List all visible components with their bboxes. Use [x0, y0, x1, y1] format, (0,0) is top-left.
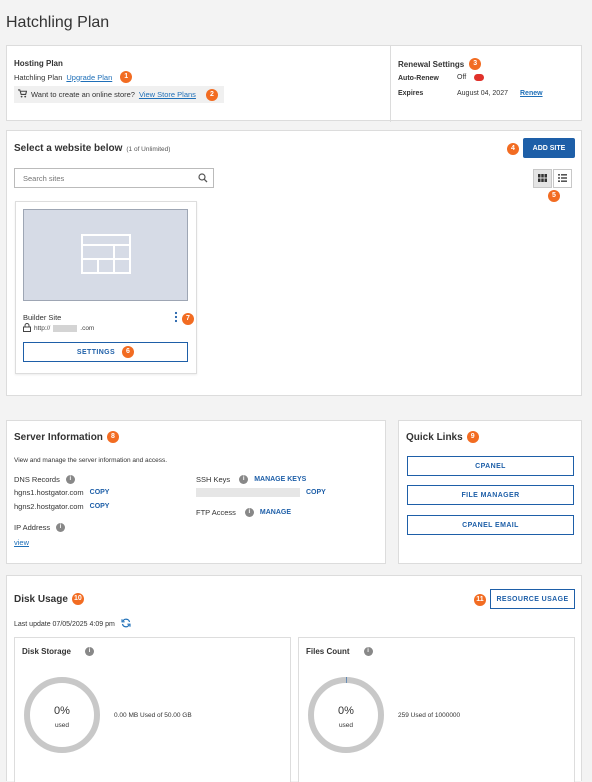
- auto-renew-toggle[interactable]: [474, 74, 485, 81]
- callout-badge-2: 2: [205, 88, 218, 101]
- refresh-icon[interactable]: [121, 618, 131, 630]
- callout-badge-6: 6: [122, 346, 135, 358]
- sites-heading: Select a website below: [14, 143, 123, 154]
- site-thumbnail[interactable]: [23, 209, 188, 301]
- disk-storage-donut: 0% used: [22, 675, 102, 755]
- disk-storage-used-label: used: [54, 722, 70, 729]
- plan-name: Hatchling Plan: [14, 72, 63, 82]
- page-title: Hatchling Plan: [6, 14, 110, 31]
- site-url-suffix: .com: [80, 325, 95, 332]
- search-icon[interactable]: [198, 173, 208, 185]
- ftp-manage-link[interactable]: MANAGE: [260, 509, 291, 516]
- file-manager-button[interactable]: FILE MANAGER: [407, 485, 574, 505]
- sites-count: (1 of Unlimited): [126, 146, 171, 153]
- ssh-keys-label: SSH Keys: [196, 475, 231, 484]
- files-count-detail: 259 Used of 1000000: [398, 712, 461, 719]
- ip-address-label: IP Address: [14, 523, 51, 532]
- dns-info-icon[interactable]: i: [65, 475, 75, 484]
- site-url-prefix: http://: [34, 325, 51, 332]
- manage-keys-link[interactable]: MANAGE KEYS: [254, 476, 306, 483]
- disk-usage-card: Disk Usage 10 11 RESOURCE USAGE Last upd…: [6, 575, 582, 782]
- dns-record-1: hgns1.hostgator.com: [14, 488, 84, 497]
- callout-badge-7: 7: [182, 313, 194, 325]
- add-site-button[interactable]: ADD SITE: [523, 138, 575, 158]
- store-prompt: Want to create an online store?: [31, 90, 135, 99]
- ssh-key-redacted: [196, 488, 300, 497]
- callout-badge-9: 9: [466, 431, 479, 443]
- resource-usage-button[interactable]: RESOURCE USAGE: [490, 589, 575, 609]
- cpanel-email-button[interactable]: CPANEL EMAIL: [407, 515, 574, 535]
- auto-renew-value: Off: [457, 74, 467, 81]
- grid-icon: [538, 173, 547, 184]
- disk-usage-heading: Disk Usage: [14, 593, 68, 605]
- callout-badge-11: 11: [474, 594, 486, 606]
- expires-value: August 04, 2027: [457, 90, 508, 97]
- upgrade-plan-link[interactable]: Upgrade Plan: [66, 73, 112, 82]
- server-info-heading: Server Information: [14, 431, 103, 443]
- copy-dns1-button[interactable]: COPY: [90, 489, 110, 496]
- auto-renew-label: Auto-Renew: [398, 75, 439, 82]
- disk-storage-info-icon[interactable]: i: [84, 647, 94, 656]
- ip-info-icon[interactable]: i: [56, 523, 66, 532]
- settings-button-label: SETTINGS: [76, 348, 116, 356]
- copy-ssh-button[interactable]: COPY: [306, 489, 326, 496]
- quick-links-card: Quick Links 9 CPANEL FILE MANAGER CPANEL…: [398, 420, 582, 564]
- callout-badge-4: 4: [507, 143, 519, 155]
- callout-badge-8: 8: [106, 431, 119, 443]
- files-count-percent: 0%: [338, 705, 354, 717]
- lock-icon: [23, 323, 31, 334]
- disk-storage-panel: Disk Storage i 0% used 0.00 MB Used of 5…: [14, 637, 291, 782]
- list-view-button[interactable]: [553, 169, 572, 188]
- search-input[interactable]: [21, 172, 191, 184]
- disk-storage-title: Disk Storage: [22, 647, 71, 656]
- server-info-card: Server Information 8 View and manage the…: [6, 420, 386, 564]
- kebab-menu-icon[interactable]: [174, 311, 178, 323]
- ssh-info-icon[interactable]: i: [239, 475, 249, 484]
- last-update-text: Last update 07/05/2025 4:09 pm: [14, 620, 115, 628]
- grid-view-button[interactable]: [533, 169, 552, 188]
- ftp-access-label: FTP Access: [196, 508, 236, 517]
- hosting-plan-heading: Hosting Plan: [14, 59, 63, 68]
- list-icon: [558, 173, 567, 184]
- sites-card: Select a website below (1 of Unlimited) …: [6, 130, 582, 396]
- site-tile[interactable]: Builder Site http:// .com 7 SETTINGS 6: [15, 201, 197, 374]
- search-sites-box[interactable]: [14, 168, 214, 188]
- dns-records-label: DNS Records: [14, 475, 60, 484]
- site-settings-button[interactable]: SETTINGS 6: [23, 342, 188, 362]
- cart-icon: [18, 89, 28, 100]
- plan-card: Hosting Plan Hatchling Plan Upgrade Plan…: [6, 45, 582, 122]
- copy-dns2-button[interactable]: COPY: [90, 503, 110, 510]
- renew-link[interactable]: Renew: [520, 90, 543, 97]
- files-count-info-icon[interactable]: i: [363, 647, 373, 656]
- quick-links-heading: Quick Links: [406, 431, 463, 443]
- server-info-description: View and manage the server information a…: [14, 457, 168, 464]
- callout-badge-3: 3: [469, 58, 482, 70]
- disk-storage-percent: 0%: [54, 705, 70, 717]
- callout-badge-1: 1: [120, 71, 133, 83]
- view-store-plans-link[interactable]: View Store Plans: [139, 90, 196, 99]
- callout-badge-10: 10: [71, 593, 84, 605]
- ftp-info-icon[interactable]: i: [244, 508, 254, 517]
- files-count-donut: 0% used: [306, 675, 386, 755]
- cpanel-button[interactable]: CPANEL: [407, 456, 574, 476]
- callout-badge-5: 5: [548, 190, 560, 202]
- files-count-panel: Files Count i 0% used 259 Used of 100000…: [298, 637, 575, 782]
- expires-label: Expires: [398, 90, 424, 97]
- site-name: Builder Site: [23, 313, 62, 322]
- divider: [390, 46, 391, 122]
- renewal-settings-heading: Renewal Settings: [398, 59, 465, 69]
- site-url-redacted: [53, 325, 78, 332]
- disk-storage-detail: 0.00 MB Used of 50.00 GB: [114, 712, 192, 719]
- dns-record-2: hgns2.hostgator.com: [14, 502, 84, 511]
- website-layout-icon: [80, 234, 131, 276]
- files-count-used-label: used: [338, 722, 354, 729]
- files-count-title: Files Count: [306, 647, 350, 656]
- store-banner: Want to create an online store? View Sto…: [14, 86, 224, 103]
- view-ip-link[interactable]: view: [14, 538, 29, 547]
